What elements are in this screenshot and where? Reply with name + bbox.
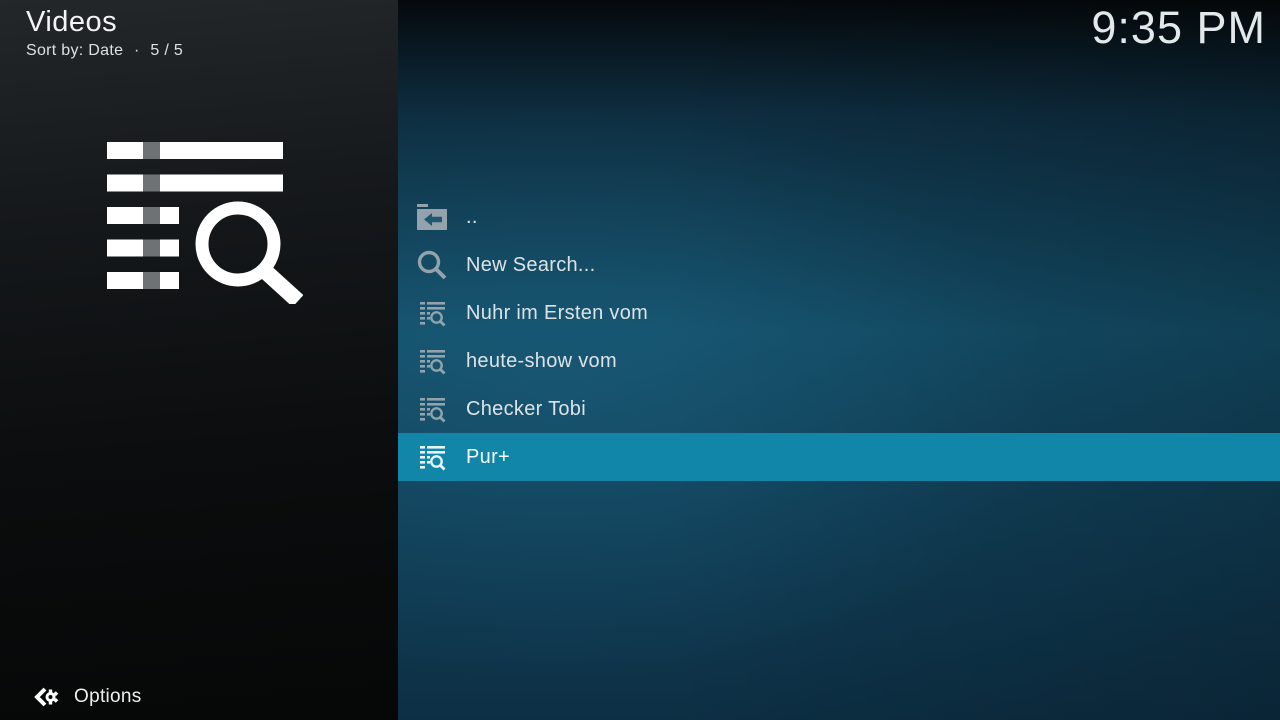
separator-dot: · [134, 42, 140, 59]
list-item-label: .. [466, 206, 478, 229]
list-item[interactable]: Checker Tobi [398, 385, 1280, 433]
search-icon [414, 247, 450, 283]
list-item[interactable]: New Search... [398, 241, 1280, 289]
list-search-icon [107, 142, 303, 304]
item-count: 5 / 5 [150, 42, 183, 59]
list-item-label: Checker Tobi [466, 398, 586, 421]
page-title: Videos [26, 6, 189, 39]
sort-by-label: Sort by: Date [26, 42, 123, 59]
folder-back-icon [414, 199, 450, 235]
clock: 9:35 PM [1091, 2, 1266, 54]
list-search-icon [414, 439, 450, 475]
list-item[interactable]: .. [398, 193, 1280, 241]
content-panel: 9:35 PM .. New Search... Nuhr im Ersten … [398, 0, 1280, 720]
list-search-icon [414, 391, 450, 427]
list-item-label: Nuhr im Ersten vom [466, 302, 648, 325]
file-list: .. New Search... Nuhr im Ersten vom heut… [398, 193, 1280, 481]
left-panel: Videos Sort by: Date · 5 / 5 [0, 0, 398, 720]
list-item-label: Pur+ [466, 446, 510, 469]
list-search-icon [414, 295, 450, 331]
page-header: Videos Sort by: Date · 5 / 5 [26, 6, 189, 60]
list-item[interactable]: Pur+ [398, 433, 1280, 481]
list-item[interactable]: Nuhr im Ersten vom [398, 289, 1280, 337]
options-gear-icon [34, 684, 60, 710]
list-item-label: New Search... [466, 254, 596, 277]
options-label: Options [74, 686, 142, 708]
list-item[interactable]: heute-show vom [398, 337, 1280, 385]
options-button[interactable]: Options [0, 674, 398, 720]
sort-status: Sort by: Date · 5 / 5 [26, 42, 189, 60]
list-item-label: heute-show vom [466, 350, 617, 373]
list-search-icon [414, 343, 450, 379]
